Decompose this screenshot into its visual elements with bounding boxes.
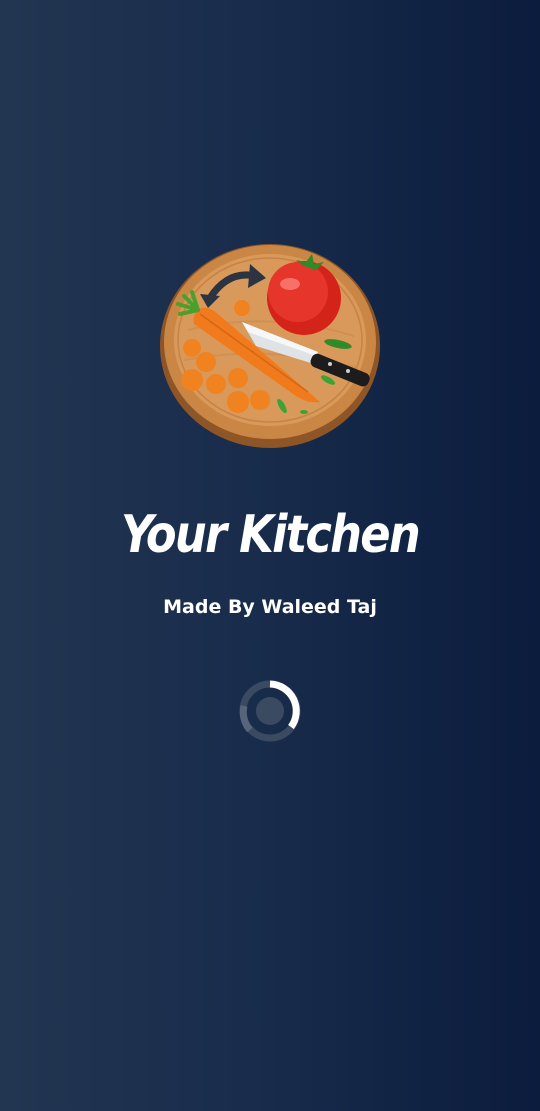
splash-screen: Your Kitchen Made By Waleed Taj xyxy=(0,0,540,1111)
loading-spinner-icon xyxy=(239,680,301,742)
author-credit: Made By Waleed Taj xyxy=(163,596,377,618)
cutting-board-icon xyxy=(160,244,380,448)
app-title: Your Kitchen xyxy=(120,505,421,565)
